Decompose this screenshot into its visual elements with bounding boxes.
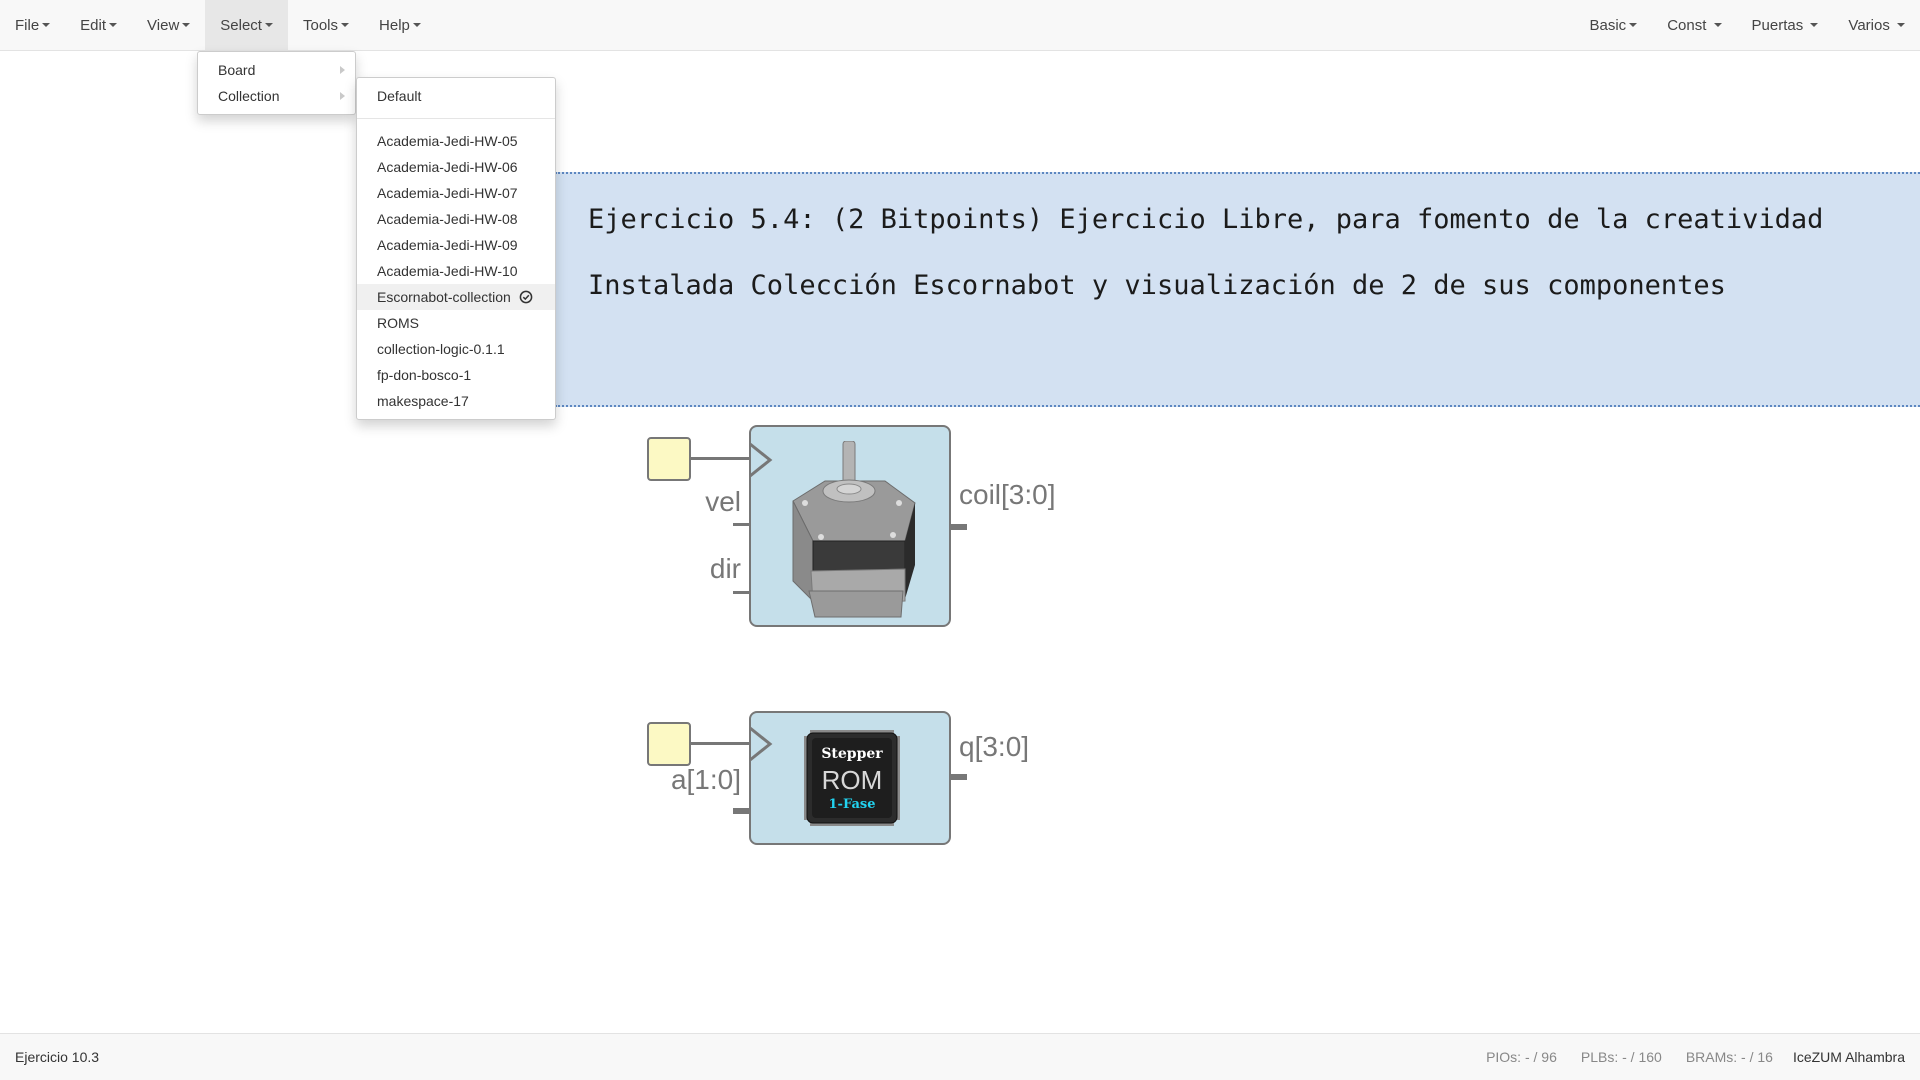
collection-item-label: Academia-Jedi-HW-09	[377, 237, 518, 253]
status-bar: Ejercicio 10.3 PIOs: - / 96 PLBs: - / 16…	[0, 1033, 1920, 1080]
stepper-motor-block[interactable]	[749, 425, 951, 627]
menu-puertas[interactable]: Puertas	[1737, 0, 1834, 50]
collection-item[interactable]: ROMS	[357, 310, 555, 336]
collection-item[interactable]: Academia-Jedi-HW-07	[357, 180, 555, 206]
collection-submenu: Default Academia-Jedi-HW-05 Academia-Jed…	[356, 77, 556, 420]
collection-item-default[interactable]: Default	[357, 83, 555, 109]
clock-input-triangle	[749, 727, 773, 761]
q-port-stub	[951, 774, 967, 780]
menu-help[interactable]: Help	[364, 0, 436, 50]
collection-item-label: collection-logic-0.1.1	[377, 341, 505, 357]
info-subtitle: Instalada Colección Escornabot y visuali…	[588, 270, 1726, 301]
menu-view[interactable]: View	[132, 0, 205, 50]
clock-wire	[691, 457, 749, 460]
collection-item[interactable]: Academia-Jedi-HW-10	[357, 258, 555, 284]
caret-down-icon	[109, 23, 118, 27]
main-menu: File Edit View Select Tools Help	[0, 0, 436, 50]
collection-item[interactable]: makespace-17	[357, 388, 555, 414]
check-circle-icon	[519, 290, 533, 304]
menu-puertas-label: Puertas	[1751, 16, 1804, 34]
select-dropdown-menu: Board Collection	[197, 51, 356, 115]
menu-const-label: Const	[1667, 16, 1707, 34]
collection-item-label: Academia-Jedi-HW-05	[377, 133, 518, 149]
caret-down-icon	[1713, 23, 1722, 27]
plbs-counter: PLBs: - / 160	[1580, 1049, 1662, 1065]
collection-item-label: Default	[377, 88, 422, 104]
select-menu-board-label: Board	[218, 62, 256, 78]
collection-item-selected[interactable]: Escornabot-collection	[357, 284, 555, 310]
project-name: Ejercicio 10.3	[15, 1049, 100, 1065]
info-comment-block[interactable]: Ejercicio 5.4: (2 Bitpoints) Ejercicio L…	[555, 172, 1920, 407]
chip-label-stepper: Stepper	[821, 746, 883, 762]
collection-item-label: fp-don-bosco-1	[377, 367, 472, 383]
caret-down-icon	[412, 23, 421, 27]
clock-wire	[691, 742, 749, 745]
chip-label-phase: 1-Fase	[828, 797, 876, 812]
menu-view-label: View	[147, 16, 180, 34]
collection-item-label: Academia-Jedi-HW-08	[377, 211, 518, 227]
port-label-q: q[3:0]	[959, 731, 1030, 762]
port-label-coil: coil[3:0]	[959, 479, 1056, 510]
menu-select-label: Select	[220, 16, 262, 34]
menu-divider	[357, 118, 555, 119]
address-port-stub	[733, 808, 750, 814]
stepper-rom-block[interactable]: Stepper ROM 1-Fase	[749, 711, 951, 845]
collection-item-label: Academia-Jedi-HW-07	[377, 185, 518, 201]
menu-tools[interactable]: Tools	[288, 0, 364, 50]
menu-const[interactable]: Const	[1652, 0, 1736, 50]
caret-down-icon	[182, 23, 191, 27]
collection-item-label: Escornabot-collection	[377, 289, 511, 305]
collection-item[interactable]: collection-logic-0.1.1	[357, 336, 555, 362]
port-label-vel: vel	[705, 486, 741, 517]
collection-item-label: Academia-Jedi-HW-10	[377, 263, 518, 279]
chip-label-rom: ROM	[821, 765, 883, 795]
submenu-arrow-icon	[340, 66, 345, 74]
clock-input-pin[interactable]	[647, 437, 691, 481]
submenu-arrow-icon	[340, 92, 345, 100]
select-menu-collection-label: Collection	[218, 88, 280, 104]
caret-down-icon	[1897, 23, 1905, 27]
caret-down-icon	[42, 23, 51, 27]
collection-item-label: ROMS	[377, 315, 419, 331]
collection-item[interactable]: Academia-Jedi-HW-08	[357, 206, 555, 232]
menu-select[interactable]: Select	[205, 0, 288, 50]
caret-down-icon	[264, 23, 273, 27]
select-menu-collection[interactable]: Collection	[198, 83, 355, 109]
menu-basic[interactable]: Basic	[1575, 0, 1653, 50]
clock-input-triangle	[749, 443, 773, 477]
menu-varios[interactable]: Varios	[1833, 0, 1920, 50]
menu-file-label: File	[15, 16, 40, 34]
menu-varios-label: Varios	[1848, 16, 1890, 34]
menu-basic-label: Basic	[1589, 16, 1627, 34]
menu-edit-label: Edit	[80, 16, 107, 34]
pios-counter: PIOs: - / 96	[1486, 1049, 1557, 1065]
menu-edit[interactable]: Edit	[65, 0, 132, 50]
port-label-address: a[1:0]	[670, 764, 741, 795]
top-menubar: File Edit View Select Tools Help Basic C…	[0, 0, 1920, 51]
vel-port-stub	[733, 523, 750, 526]
collection-item-label: Academia-Jedi-HW-06	[377, 159, 518, 175]
menu-tools-label: Tools	[302, 16, 339, 34]
resource-stats: PIOs: - / 96 PLBs: - / 160 BRAMs: - / 16…	[1462, 1049, 1905, 1065]
info-title: Ejercicio 5.4: (2 Bitpoints) Ejercicio L…	[588, 204, 1824, 235]
blocks-menu: Basic Const Puertas Varios	[1575, 0, 1920, 50]
board-name[interactable]: IceZUM Alhambra	[1793, 1049, 1905, 1065]
port-label-dir: dir	[709, 553, 741, 584]
caret-down-icon	[341, 23, 350, 27]
brams-counter: BRAMs: - / 16	[1685, 1049, 1773, 1065]
select-menu-board[interactable]: Board	[198, 57, 355, 83]
stepper-motor-icon	[792, 441, 916, 618]
coil-port-stub	[951, 524, 967, 530]
menu-help-label: Help	[379, 16, 410, 34]
menu-file[interactable]: File	[0, 0, 65, 50]
collection-item[interactable]: Academia-Jedi-HW-05	[357, 128, 555, 154]
collection-item[interactable]: Academia-Jedi-HW-09	[357, 232, 555, 258]
clock-input-pin[interactable]	[647, 722, 691, 766]
collection-item-label: makespace-17	[377, 393, 469, 409]
caret-down-icon	[1810, 23, 1819, 27]
collection-item[interactable]: Academia-Jedi-HW-06	[357, 154, 555, 180]
dir-port-stub	[733, 591, 750, 594]
caret-down-icon	[1629, 23, 1638, 27]
collection-item[interactable]: fp-don-bosco-1	[357, 362, 555, 388]
